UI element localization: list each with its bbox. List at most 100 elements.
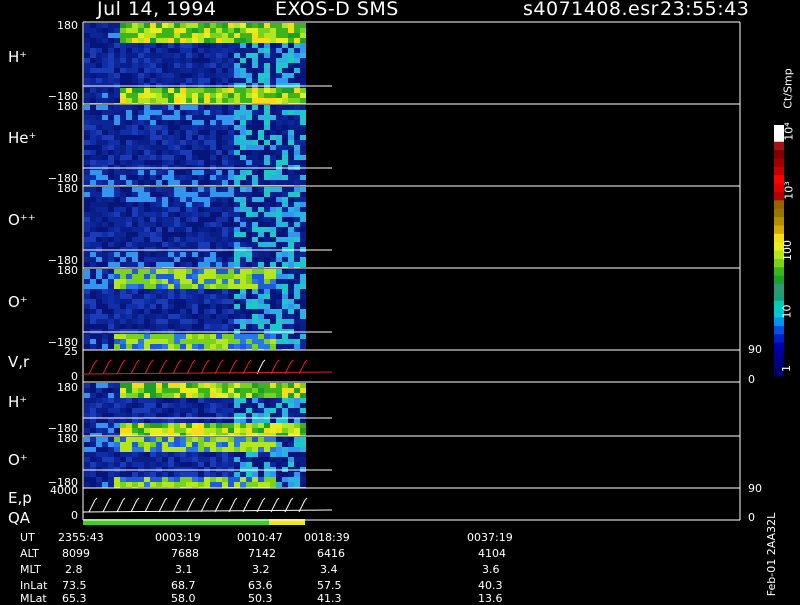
spectrogram-cell (108, 73, 114, 78)
spectrogram-cell (180, 115, 186, 120)
spectrogram-cell (216, 93, 222, 98)
spectrogram-cell (198, 383, 204, 388)
spectrogram-cell (234, 262, 240, 267)
spectrogram-cell (108, 145, 114, 150)
spectrogram-cell (264, 472, 270, 477)
spectrogram-cell (156, 403, 162, 408)
spectrogram-cell (138, 423, 144, 428)
spectrogram-cell (270, 398, 276, 403)
spectrogram-cell (204, 140, 210, 145)
spectrogram-cell (186, 73, 192, 78)
spectrogram-cell (162, 155, 168, 160)
spectrogram-cell (288, 120, 294, 125)
spectrogram-cell (174, 180, 180, 185)
spectrogram-cell (282, 319, 288, 324)
spectrogram-cell (264, 344, 270, 349)
spectrogram-cell (222, 408, 228, 413)
spectrogram-cell (282, 472, 288, 477)
spectrogram-cell (114, 423, 120, 428)
spectrogram-cell (180, 452, 186, 457)
spectrogram-cell (144, 388, 150, 393)
spectrogram-cell (126, 115, 132, 120)
spectrogram-cell (252, 88, 258, 93)
spectrogram-cell (150, 262, 156, 267)
spectrogram-cell (204, 222, 210, 227)
spectrogram-cell (120, 279, 126, 284)
spectrogram-cell (192, 33, 198, 38)
spectrogram-cell (108, 222, 114, 227)
spectrogram-cell (228, 58, 234, 63)
spectrogram-cell (270, 217, 276, 222)
spectrogram-cell (126, 418, 132, 423)
spectrogram-cell (300, 314, 306, 319)
spectrogram-cell (294, 88, 300, 93)
spectrogram-cell (180, 78, 186, 83)
spectrogram-cell (120, 98, 126, 103)
spectrogram-cell (120, 447, 126, 452)
spectrogram-cell (162, 105, 168, 110)
spectrogram-cell (174, 428, 180, 433)
spectrogram-cell (222, 125, 228, 130)
spectrogram-cell (180, 68, 186, 73)
spectrogram-cell (144, 23, 150, 28)
spectrogram-cell (96, 257, 102, 262)
spectrogram-cell (96, 299, 102, 304)
spectrogram-cell (294, 462, 300, 467)
spectrogram-cell (246, 180, 252, 185)
spectrogram-cell (294, 482, 300, 487)
spectrogram-cell (228, 344, 234, 349)
spectrogram-cell (132, 279, 138, 284)
spectrogram-cell (264, 105, 270, 110)
spectrogram-cell (294, 437, 300, 442)
spectrogram-cell (246, 38, 252, 43)
spectrogram-cell (114, 160, 120, 165)
spectrogram-cell (228, 160, 234, 165)
spectrogram-cell (228, 447, 234, 452)
spectrogram-cell (276, 23, 282, 28)
spectrogram-cell (126, 274, 132, 279)
spectrogram-cell (162, 388, 168, 393)
spectrogram-cell (192, 78, 198, 83)
trace-segment (158, 359, 168, 375)
spectrogram-cell (192, 115, 198, 120)
spectrogram-cell (138, 63, 144, 68)
spectrogram-cell (162, 324, 168, 329)
spectrogram-cell (294, 170, 300, 175)
spectrogram-cell (162, 93, 168, 98)
spectrogram-cell (180, 212, 186, 217)
spectrogram-cell (120, 408, 126, 413)
spectrogram-cell (156, 274, 162, 279)
spectrogram-cell (132, 482, 138, 487)
spectrogram-cell (264, 73, 270, 78)
spectrogram-cell (210, 140, 216, 145)
spectrogram-cell (210, 462, 216, 467)
spectrogram-cell (96, 472, 102, 477)
spectrogram-cell (204, 38, 210, 43)
spectrogram-cell (120, 452, 126, 457)
spectrogram-cell (222, 93, 228, 98)
spectrogram-cell (132, 447, 138, 452)
spectrogram-cell (204, 324, 210, 329)
spectrogram-cell (270, 304, 276, 309)
spectrogram-cell (150, 452, 156, 457)
spectrogram-cell (240, 242, 246, 247)
spectrogram-cell (192, 482, 198, 487)
spectrogram-cell (258, 48, 264, 53)
spectrogram-cell (144, 88, 150, 93)
spectrogram-cell (240, 319, 246, 324)
spectrogram-cell (294, 78, 300, 83)
spectrogram-cell (294, 339, 300, 344)
spectrogram-cell (240, 180, 246, 185)
spectrogram-cell (300, 110, 306, 115)
spectrogram-cell (108, 477, 114, 482)
spectrogram-cell (138, 477, 144, 482)
spectrogram-cell (276, 130, 282, 135)
spectrogram-cell (84, 334, 90, 339)
spectrogram-cell (114, 33, 120, 38)
spectrogram-cell (96, 428, 102, 433)
spectrogram-cell (162, 170, 168, 175)
spectrogram-cell (168, 207, 174, 212)
spectrogram-cell (276, 53, 282, 58)
spectrogram-cell (114, 334, 120, 339)
spectrogram-cell (144, 217, 150, 222)
